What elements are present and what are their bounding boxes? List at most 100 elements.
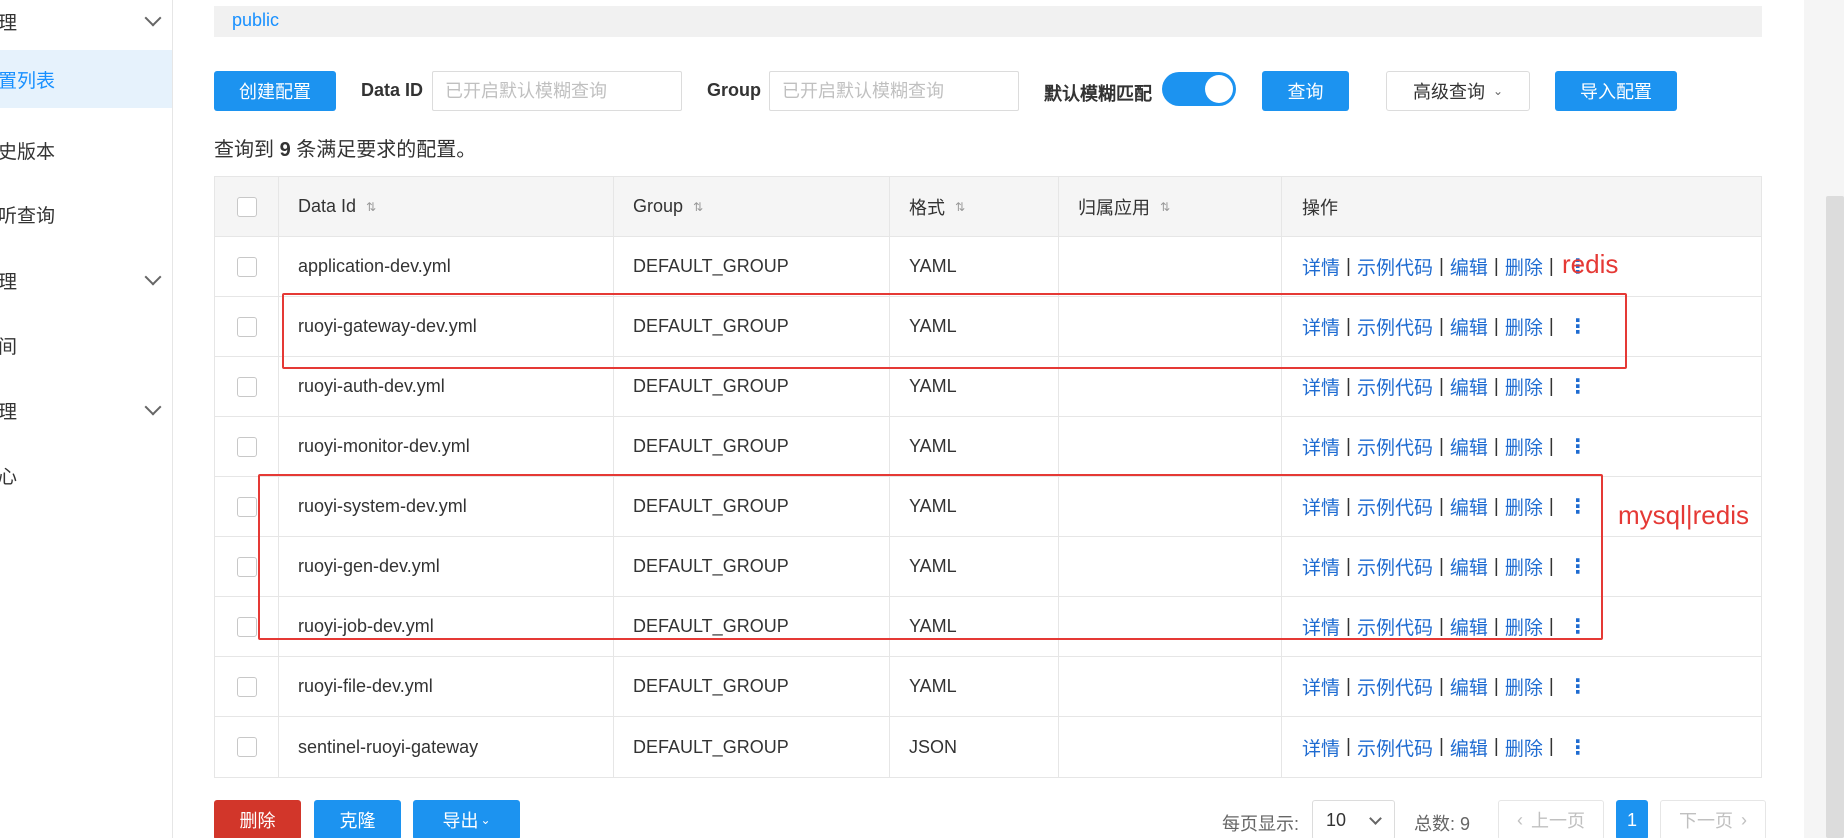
sample-code-link[interactable]: 示例代码 (1357, 373, 1433, 400)
import-config-button[interactable]: 导入配置 (1555, 71, 1677, 111)
data-id-input[interactable] (432, 71, 682, 111)
edit-link[interactable]: 编辑 (1450, 253, 1488, 280)
delete-link[interactable]: 删除 (1505, 253, 1543, 280)
detail-link[interactable]: 详情 (1302, 433, 1340, 460)
sample-code-link[interactable]: 示例代码 (1357, 493, 1433, 520)
separator: | (1438, 615, 1444, 637)
cell-ops: 详情 | 示例代码 | 编辑 | 删除 | ⋮ (1281, 357, 1763, 416)
row-actions: 详情 | 示例代码 | 编辑 | 删除 | ⋮ (1302, 313, 1588, 340)
separator: | (1548, 315, 1554, 337)
separator: | (1493, 555, 1499, 577)
row-checkbox[interactable] (237, 676, 257, 697)
delete-link[interactable]: 删除 (1505, 373, 1543, 400)
sidebar-item-namespace[interactable]: 间 (0, 316, 172, 374)
header-data-id[interactable]: Data Id ⇅ (278, 177, 613, 236)
edit-link[interactable]: 编辑 (1450, 613, 1488, 640)
row-checkbox[interactable] (237, 737, 257, 757)
batch-delete-button[interactable]: 删除 (214, 800, 301, 838)
header-format[interactable]: 格式 ⇅ (889, 177, 1058, 236)
select-all-checkbox[interactable] (237, 196, 257, 217)
separator: | (1438, 495, 1444, 517)
header-group[interactable]: Group ⇅ (613, 177, 889, 236)
advanced-query-button[interactable]: 高级查询 ⌄ (1386, 71, 1530, 111)
delete-link[interactable]: 删除 (1505, 553, 1543, 580)
row-checkbox[interactable] (237, 376, 257, 397)
edit-link[interactable]: 编辑 (1450, 493, 1488, 520)
more-menu-icon[interactable]: ⋮ (1568, 434, 1588, 459)
sidebar-item-center[interactable]: 心 (0, 446, 172, 504)
detail-link[interactable]: 详情 (1302, 734, 1340, 761)
edit-link[interactable]: 编辑 (1450, 553, 1488, 580)
delete-link[interactable]: 删除 (1505, 673, 1543, 700)
sidebar-item-config-list[interactable]: 置列表 (0, 50, 172, 108)
more-menu-icon[interactable]: ⋮ (1568, 735, 1588, 760)
next-page-button[interactable]: 下一页 › (1660, 800, 1766, 838)
row-checkbox[interactable] (237, 316, 257, 337)
delete-link[interactable]: 删除 (1505, 433, 1543, 460)
detail-link[interactable]: 详情 (1302, 373, 1340, 400)
separator: | (1548, 615, 1554, 637)
clone-button[interactable]: 克隆 (314, 800, 401, 838)
separator: | (1493, 315, 1499, 337)
more-menu-icon[interactable]: ⋮ (1568, 374, 1588, 399)
delete-link[interactable]: 删除 (1505, 493, 1543, 520)
edit-link[interactable]: 编辑 (1450, 313, 1488, 340)
detail-link[interactable]: 详情 (1302, 613, 1340, 640)
row-checkbox[interactable] (237, 496, 257, 517)
row-checkbox-cell (215, 537, 278, 596)
row-checkbox[interactable] (237, 256, 257, 277)
sort-icon[interactable]: ⇅ (955, 200, 965, 214)
more-menu-icon[interactable]: ⋮ (1568, 674, 1588, 699)
query-button[interactable]: 查询 (1262, 71, 1349, 111)
fuzzy-match-toggle[interactable] (1162, 72, 1236, 106)
more-menu-icon[interactable]: ⋮ (1568, 314, 1588, 339)
sample-code-link[interactable]: 示例代码 (1357, 253, 1433, 280)
sidebar-item-manage-2[interactable]: 理 (0, 251, 172, 309)
prev-page-button[interactable]: ‹ 上一页 (1498, 800, 1604, 838)
delete-link[interactable]: 删除 (1505, 613, 1543, 640)
detail-link[interactable]: 详情 (1302, 493, 1340, 520)
sample-code-link[interactable]: 示例代码 (1357, 673, 1433, 700)
edit-link[interactable]: 编辑 (1450, 673, 1488, 700)
sidebar-item-history[interactable]: 史版本 (0, 121, 172, 179)
page-scrollbar-thumb[interactable] (1826, 196, 1844, 838)
export-button[interactable]: 导出 ⌄ (413, 800, 520, 838)
detail-link[interactable]: 详情 (1302, 553, 1340, 580)
chevron-down-icon: ⌄ (1492, 84, 1504, 98)
edit-link[interactable]: 编辑 (1450, 433, 1488, 460)
sample-code-link[interactable]: 示例代码 (1357, 553, 1433, 580)
detail-link[interactable]: 详情 (1302, 253, 1340, 280)
separator: | (1493, 255, 1499, 277)
more-menu-icon[interactable]: ⋮ (1568, 554, 1588, 579)
edit-link[interactable]: 编辑 (1450, 373, 1488, 400)
edit-link[interactable]: 编辑 (1450, 734, 1488, 761)
toggle-knob (1205, 75, 1233, 103)
group-input[interactable] (769, 71, 1019, 111)
delete-link[interactable]: 删除 (1505, 734, 1543, 761)
detail-link[interactable]: 详情 (1302, 673, 1340, 700)
sort-icon[interactable]: ⇅ (366, 200, 376, 214)
sample-code-link[interactable]: 示例代码 (1357, 313, 1433, 340)
header-app[interactable]: 归属应用 ⇅ (1058, 177, 1281, 236)
sidebar-item-manage-1[interactable]: 理 (0, 0, 172, 50)
sample-code-link[interactable]: 示例代码 (1357, 734, 1433, 761)
separator: | (1493, 495, 1499, 517)
sidebar-item-manage-3[interactable]: 理 (0, 381, 172, 439)
delete-link[interactable]: 删除 (1505, 313, 1543, 340)
namespace-public[interactable]: public (232, 10, 279, 31)
page-size-select[interactable]: 10 (1312, 800, 1395, 838)
row-checkbox[interactable] (237, 556, 257, 577)
sort-icon[interactable]: ⇅ (693, 200, 703, 214)
sort-icon[interactable]: ⇅ (1160, 200, 1170, 214)
sample-code-link[interactable]: 示例代码 (1357, 613, 1433, 640)
more-menu-icon[interactable]: ⋮ (1568, 614, 1588, 639)
sidebar-item-listener-query[interactable]: 听查询 (0, 185, 172, 243)
separator: | (1548, 495, 1554, 517)
row-checkbox[interactable] (237, 436, 257, 457)
detail-link[interactable]: 详情 (1302, 313, 1340, 340)
more-menu-icon[interactable]: ⋮ (1568, 494, 1588, 519)
page-number-current[interactable]: 1 (1616, 800, 1648, 838)
sample-code-link[interactable]: 示例代码 (1357, 433, 1433, 460)
create-config-button[interactable]: 创建配置 (214, 71, 336, 111)
row-checkbox[interactable] (237, 616, 257, 637)
